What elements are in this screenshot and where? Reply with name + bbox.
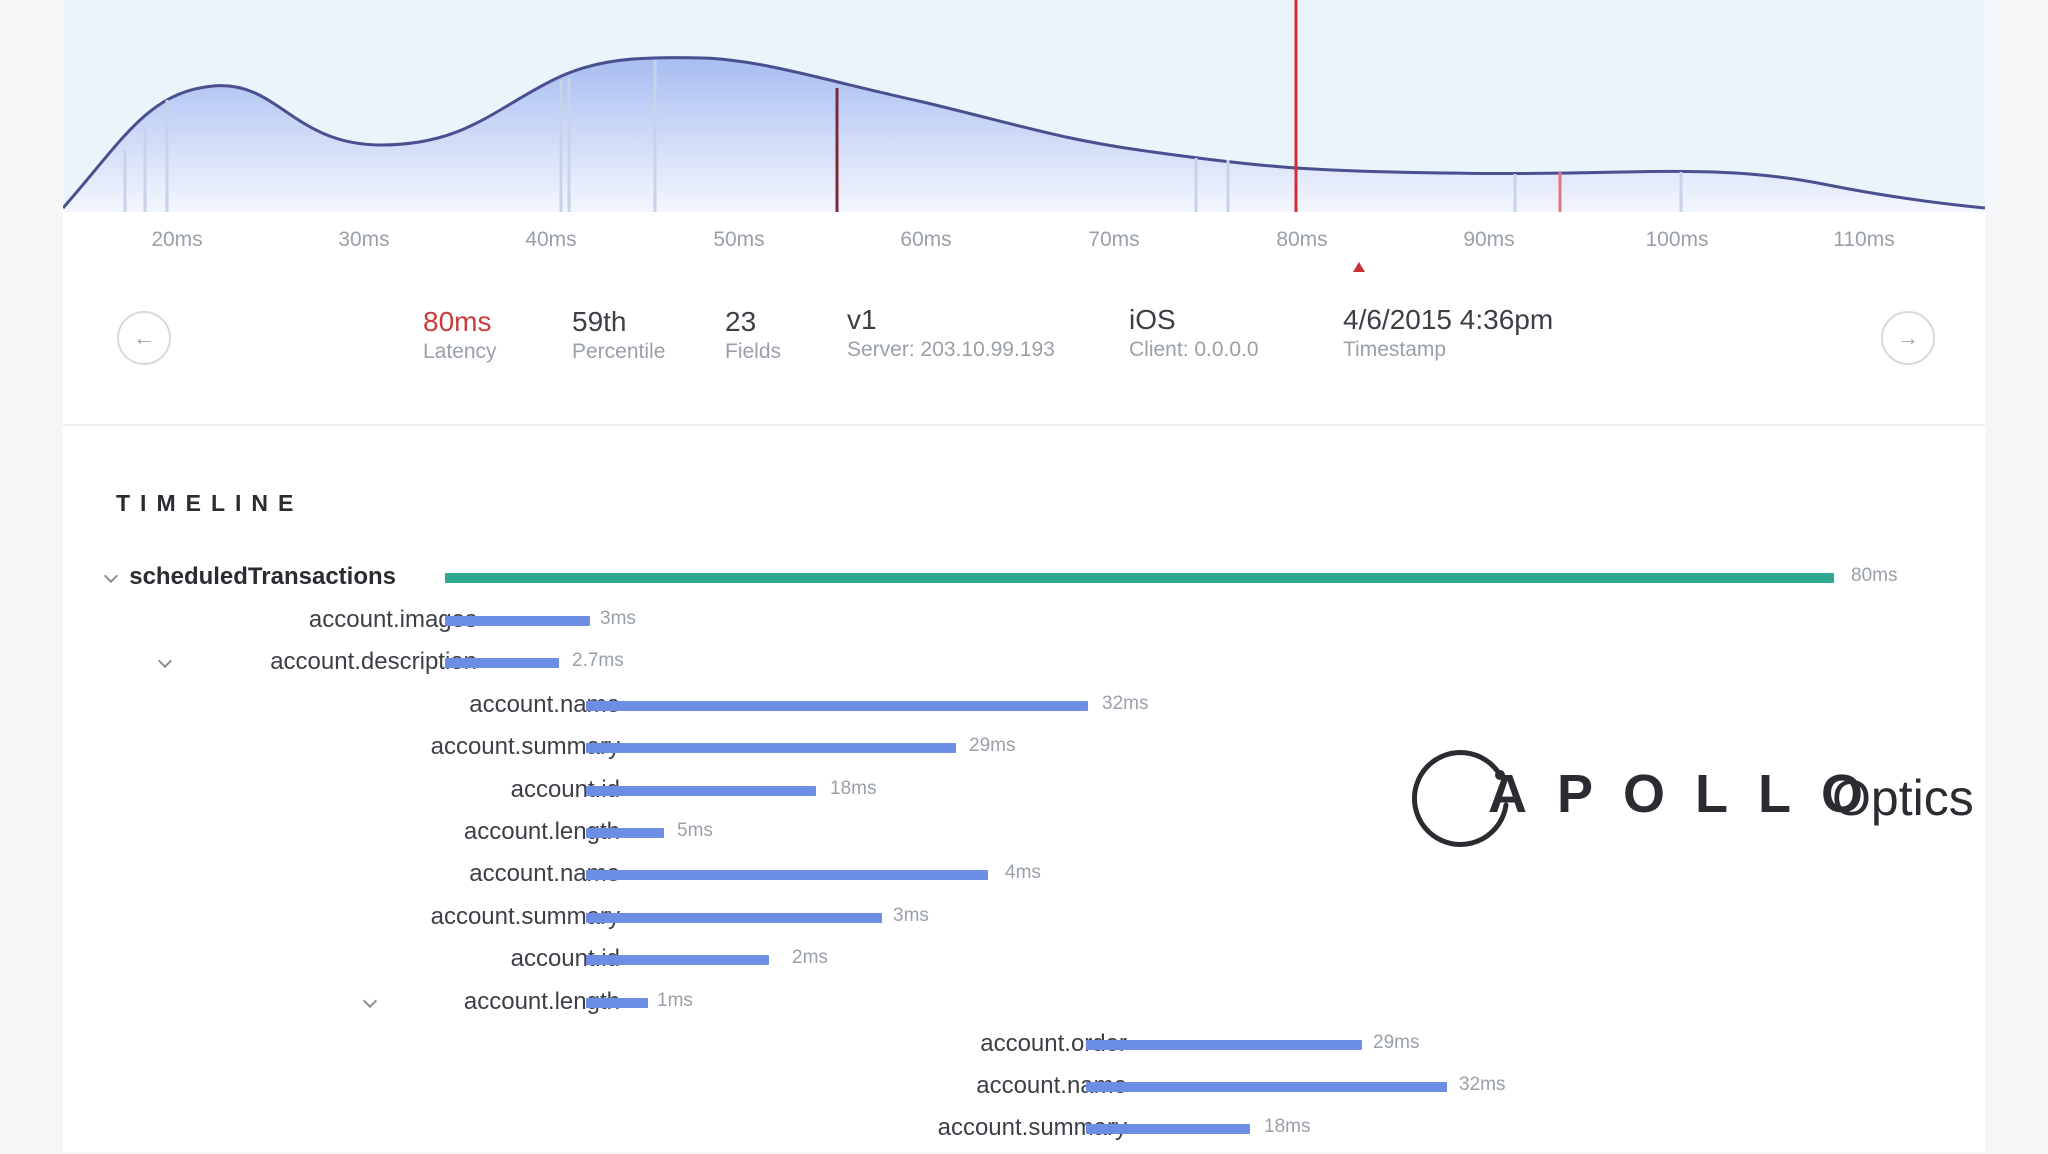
percentile-label: Percentile — [572, 340, 666, 363]
duration-label: 29ms — [1373, 1032, 1420, 1053]
duration-label: 3ms — [893, 905, 929, 926]
server-version: v1 — [847, 304, 877, 335]
duration-bar — [586, 828, 664, 838]
latency-distribution-chart[interactable] — [63, 0, 1985, 212]
duration-label: 18ms — [1264, 1116, 1311, 1137]
fields-value: 23 — [725, 306, 757, 337]
chevron-down-icon[interactable] — [104, 571, 118, 585]
previous-trace-button[interactable]: ← — [117, 311, 171, 365]
stat-latency: 80ms Latency — [423, 306, 497, 364]
duration-label: 29ms — [969, 735, 1016, 756]
latency-curve-area — [63, 57, 1985, 212]
timeline-row[interactable]: account.name 4ms — [63, 860, 1985, 900]
client-version: Client: 0.0.0.0 — [1129, 338, 1259, 361]
duration-bar — [586, 786, 816, 796]
latency-axis: 20ms 30ms 40ms 50ms 60ms 70ms 80ms 90ms … — [63, 228, 1985, 258]
duration-bar — [586, 955, 769, 965]
duration-label: 80ms — [1851, 565, 1898, 586]
stat-server: v1 Server: 203.10.99.193 — [847, 304, 1055, 362]
tick-label: 40ms — [525, 228, 577, 251]
trace-panel: 20ms 30ms 40ms 50ms 60ms 70ms 80ms 90ms … — [63, 0, 1985, 1152]
timestamp-label: Timestamp — [1343, 338, 1447, 361]
timeline-title: TIMELINE — [116, 490, 304, 516]
duration-label: 18ms — [830, 778, 877, 799]
duration-bar — [445, 616, 590, 626]
chevron-down-icon[interactable] — [158, 656, 172, 670]
timeline-row[interactable]: account.images 3ms — [63, 606, 1985, 646]
latency-curve-svg — [63, 0, 1985, 212]
duration-bar — [445, 573, 1834, 583]
duration-bar — [1086, 1082, 1447, 1092]
selected-marker-icon — [1353, 262, 1365, 272]
stat-fields: 23 Fields — [725, 306, 781, 364]
apollo-optics-logo: APOLLO Optics — [1408, 745, 1974, 855]
duration-label: 3ms — [600, 608, 636, 629]
logo-product-name: Optics — [1832, 770, 1974, 826]
tick-label: 50ms — [713, 228, 765, 251]
timeline-row[interactable]: account.description 2.7ms — [63, 648, 1985, 688]
duration-bar — [586, 701, 1088, 711]
section-divider — [63, 424, 1985, 426]
tick-label: 80ms — [1276, 228, 1328, 251]
duration-label: 32ms — [1102, 693, 1149, 714]
tick-label: 30ms — [338, 228, 390, 251]
timeline-row[interactable]: account.id 2ms — [63, 945, 1985, 985]
tick-label: 110ms — [1833, 228, 1895, 251]
duration-label: 32ms — [1459, 1074, 1506, 1095]
stat-percentile: 59th Percentile — [572, 306, 665, 364]
server-address: Server: 203.10.99.193 — [847, 338, 1055, 361]
duration-label: 4ms — [1005, 862, 1041, 883]
timeline-row[interactable]: account.name 32ms — [63, 691, 1985, 731]
timeline-row[interactable]: account.summary 18ms — [63, 1114, 1985, 1154]
timeline-row[interactable]: account.summary 3ms — [63, 903, 1985, 943]
duration-bar — [586, 743, 956, 753]
duration-bar — [1086, 1040, 1362, 1050]
timeline-row[interactable]: account.name 32ms — [63, 1072, 1985, 1112]
tick-label: 90ms — [1463, 228, 1515, 251]
arrow-left-icon: ← — [133, 325, 155, 350]
stat-client: iOS Client: 0.0.0.0 — [1129, 304, 1259, 362]
percentile-value: 59th — [572, 306, 627, 337]
stat-timestamp: 4/6/2015 4:36pm Timestamp — [1343, 304, 1553, 362]
duration-bar — [1086, 1124, 1250, 1134]
fields-label: Fields — [725, 340, 782, 363]
tick-label: 70ms — [1088, 228, 1140, 251]
duration-label: 5ms — [677, 820, 713, 841]
duration-label: 2.7ms — [572, 650, 624, 671]
next-trace-button[interactable]: → — [1881, 311, 1935, 365]
timeline-row[interactable]: account.length 1ms — [63, 988, 1985, 1028]
latency-value: 80ms — [423, 306, 492, 337]
timestamp-value: 4/6/2015 4:36pm — [1343, 304, 1554, 335]
duration-bar — [586, 998, 648, 1008]
field-name: scheduledTransactions — [129, 563, 396, 590]
latency-label: Latency — [423, 340, 497, 363]
duration-bar — [586, 870, 988, 880]
tick-label: 20ms — [151, 228, 203, 251]
client-platform: iOS — [1129, 304, 1176, 335]
timeline-row[interactable]: account.order 29ms — [63, 1030, 1985, 1070]
arrow-right-icon: → — [1897, 325, 1919, 350]
duration-bar — [445, 658, 559, 668]
duration-label: 2ms — [792, 947, 828, 968]
timeline-row[interactable]: scheduledTransactions 80ms — [63, 563, 1985, 603]
duration-label: 1ms — [657, 990, 693, 1011]
tick-label: 60ms — [900, 228, 952, 251]
chevron-down-icon[interactable] — [363, 996, 377, 1010]
tick-label: 100ms — [1645, 228, 1709, 251]
duration-bar — [586, 913, 882, 923]
